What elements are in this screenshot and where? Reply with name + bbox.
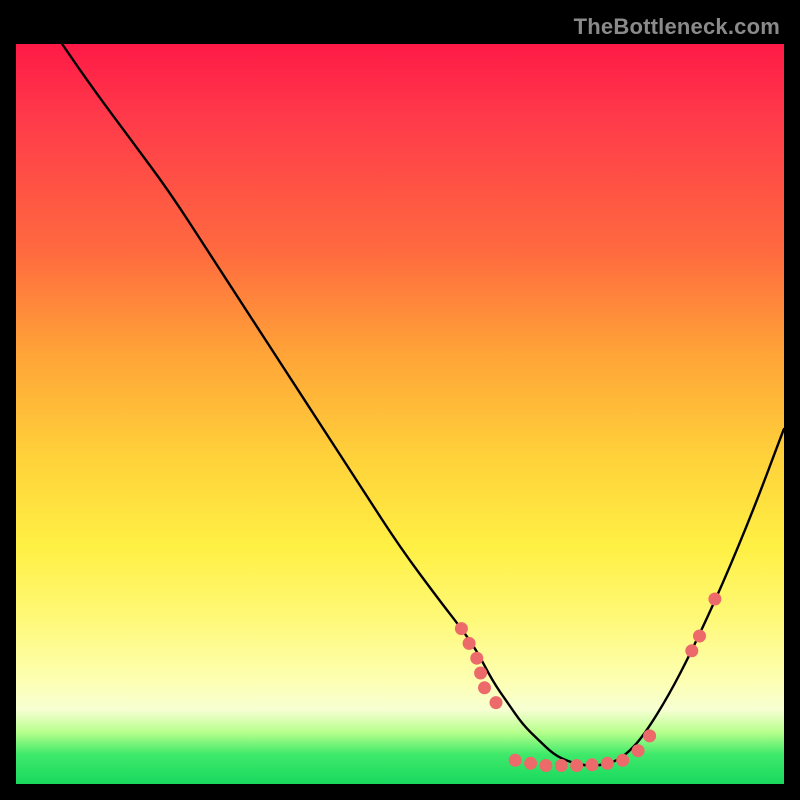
plot-area <box>16 44 784 784</box>
heat-gradient-bg <box>16 44 784 784</box>
chart-frame: TheBottleneck.com <box>16 16 784 784</box>
watermark-text: TheBottleneck.com <box>574 14 780 40</box>
